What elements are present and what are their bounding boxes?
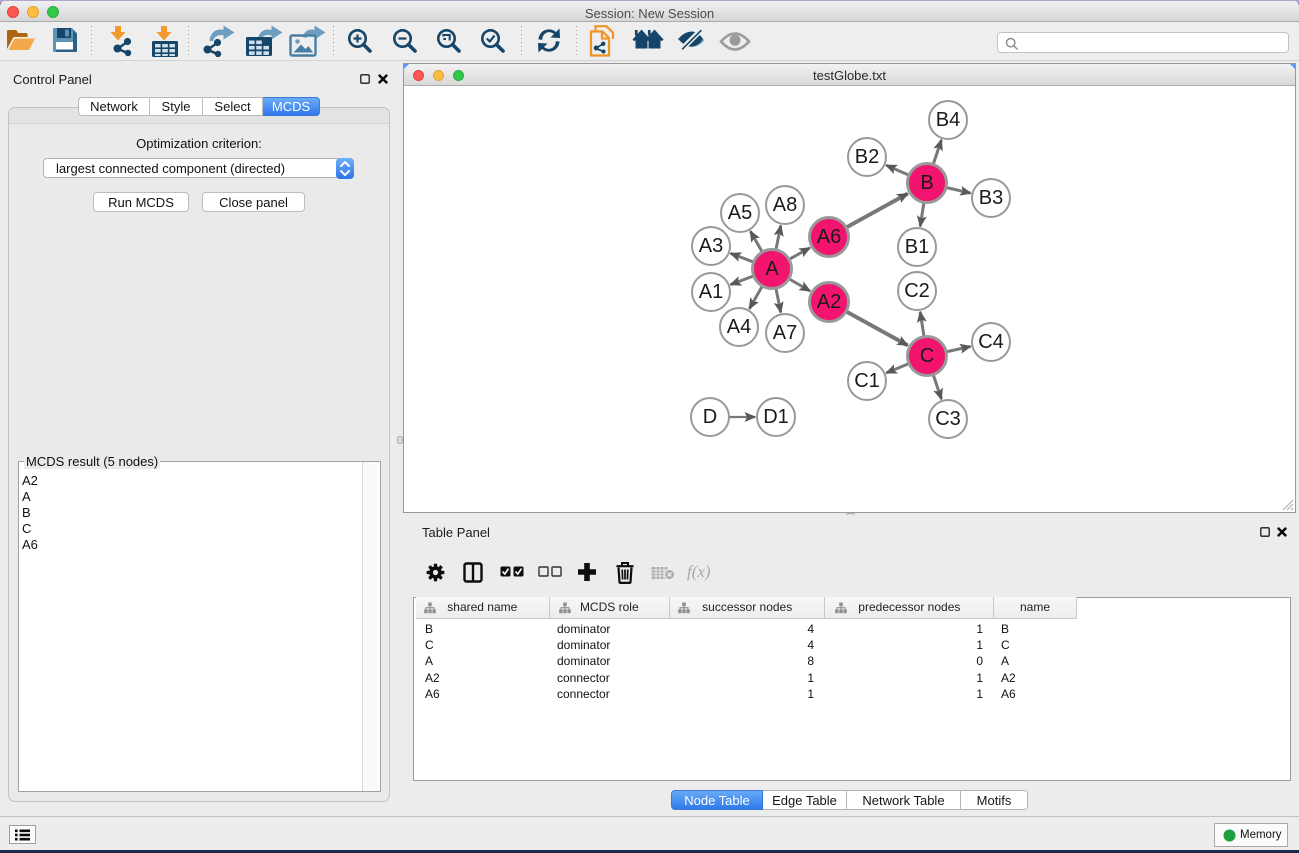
- svg-text:B2: B2: [855, 146, 879, 168]
- svg-text:A5: A5: [728, 202, 752, 224]
- svg-text:C1: C1: [854, 370, 880, 392]
- svg-text:C4: C4: [978, 331, 1004, 353]
- svg-text:C: C: [920, 345, 934, 367]
- svg-text:A8: A8: [773, 194, 797, 216]
- svg-text:A2: A2: [817, 291, 841, 313]
- svg-text:C2: C2: [904, 280, 930, 302]
- svg-text:A7: A7: [773, 322, 797, 344]
- svg-text:A1: A1: [699, 281, 723, 303]
- svg-text:B1: B1: [905, 236, 929, 258]
- svg-text:B: B: [920, 172, 933, 194]
- svg-text:A3: A3: [699, 235, 723, 257]
- svg-text:A6: A6: [817, 226, 841, 248]
- svg-text:C3: C3: [935, 408, 961, 430]
- svg-text:A: A: [765, 258, 779, 280]
- svg-text:B3: B3: [979, 187, 1003, 209]
- svg-text:D1: D1: [763, 406, 789, 428]
- svg-text:D: D: [703, 406, 717, 428]
- svg-text:A4: A4: [727, 316, 751, 338]
- svg-text:B4: B4: [936, 109, 960, 131]
